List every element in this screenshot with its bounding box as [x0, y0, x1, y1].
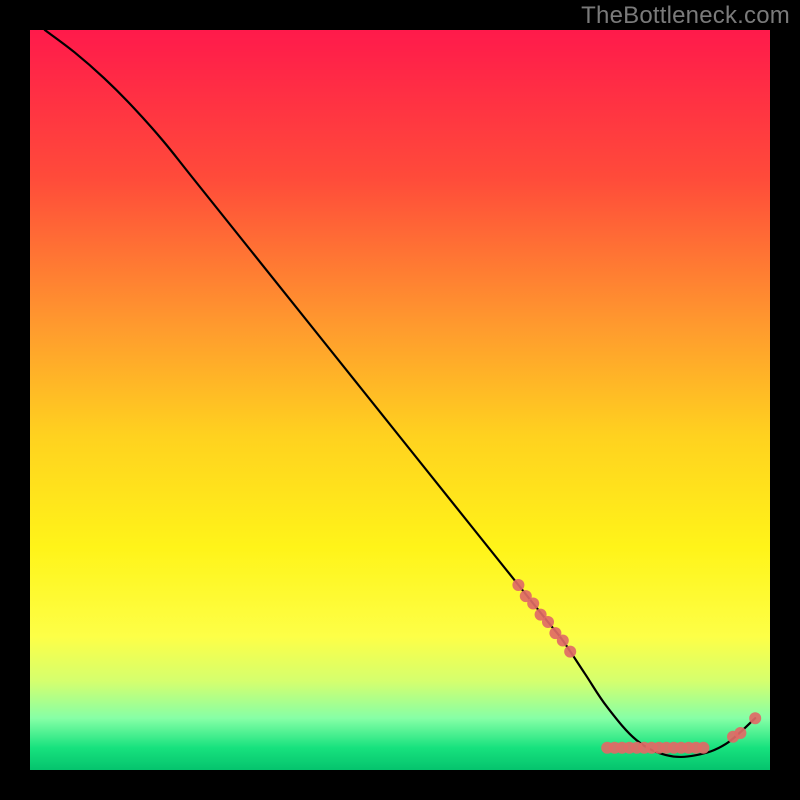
- marker-dot: [557, 635, 569, 647]
- marker-dot: [749, 712, 761, 724]
- marker-dot: [734, 727, 746, 739]
- marker-dot: [512, 579, 524, 591]
- marker-dot: [564, 646, 576, 658]
- chart-svg: [30, 30, 770, 770]
- marker-dot: [542, 616, 554, 628]
- chart-stage: TheBottleneck.com: [0, 0, 800, 800]
- chart-plot: [30, 30, 770, 770]
- marker-dot: [697, 742, 709, 754]
- watermark-label: TheBottleneck.com: [581, 2, 790, 30]
- marker-dot: [527, 598, 539, 610]
